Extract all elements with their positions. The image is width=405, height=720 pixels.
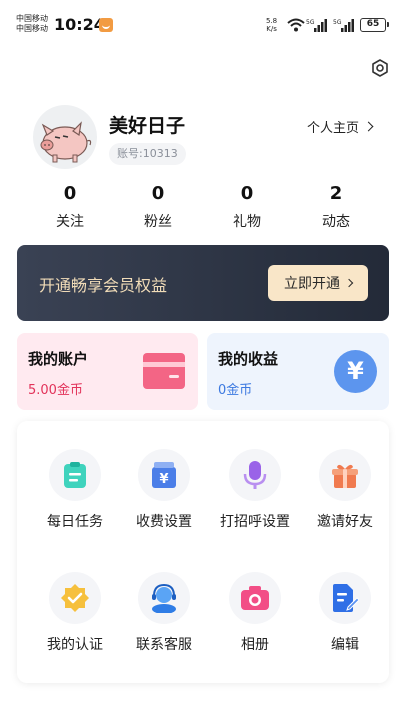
stat-posts[interactable]: 2 动态 xyxy=(306,183,366,231)
stat-label: 礼物 xyxy=(233,214,261,230)
grid-item-label: 我的认证 xyxy=(47,637,103,653)
icon-circle xyxy=(319,572,371,624)
stat-gifts[interactable]: 0 礼物 xyxy=(217,183,277,231)
nickname: 美好日子 xyxy=(109,115,186,137)
stat-label: 粉丝 xyxy=(144,214,172,230)
grid-item-label: 邀请好友 xyxy=(317,514,373,530)
yuan-coin-icon: ¥ xyxy=(334,350,377,393)
clipboard-icon xyxy=(64,462,86,488)
vip-banner-text: 开通畅享会员权益 xyxy=(39,276,168,295)
stats-row: 0 关注 0 粉丝 0 礼物 2 动态 xyxy=(0,183,405,233)
grid-item-daily-tasks[interactable]: 每日任务 xyxy=(29,449,121,531)
network-speed: 5.8 K/s xyxy=(266,17,278,33)
verified-badge-icon xyxy=(61,584,89,612)
wallet-card-icon xyxy=(143,353,185,389)
homepage-link[interactable]: 个人主页 xyxy=(306,117,374,136)
vip-open-button-label: 立即开通 xyxy=(284,276,340,292)
my-account-card[interactable]: 我的账户 5.00金币 xyxy=(17,333,198,410)
card-value: 0金币 xyxy=(218,383,253,398)
stat-value: 0 xyxy=(63,183,77,204)
stat-fans[interactable]: 0 粉丝 xyxy=(128,183,188,231)
app-notification-icon xyxy=(99,18,113,32)
grid-item-label: 打招呼设置 xyxy=(220,514,290,530)
stat-value: 0 xyxy=(151,183,165,204)
microphone-icon xyxy=(243,461,267,489)
grid-item-customer-service[interactable]: 联系客服 xyxy=(118,572,210,654)
card-title: 我的账户 xyxy=(28,350,89,368)
features-panel: 每日任务 ¥ 收费设置 打招呼设置 邀请好友 我的认证 联系客服 相册 编辑 xyxy=(17,421,389,683)
icon-circle xyxy=(49,572,101,624)
icon-circle: ¥ xyxy=(138,449,190,501)
grid-item-verification[interactable]: 我的认证 xyxy=(29,572,121,654)
grid-item-label: 相册 xyxy=(241,637,269,653)
status-time: 10:24 xyxy=(54,15,105,34)
signal-5g-icon: 5G xyxy=(306,19,327,32)
signal-5g-icon: 5G xyxy=(333,19,354,32)
edit-document-icon xyxy=(333,584,359,612)
stat-value: 0 xyxy=(240,183,254,204)
my-income-card[interactable]: 我的收益 0金币 ¥ xyxy=(207,333,389,410)
chevron-right-icon xyxy=(363,121,374,132)
icon-circle xyxy=(229,572,281,624)
grid-item-label: 联系客服 xyxy=(136,637,192,653)
grid-item-label: 编辑 xyxy=(331,637,359,653)
battery-icon: 65 xyxy=(360,18,389,32)
camera-icon xyxy=(241,586,269,610)
vip-banner[interactable]: 开通畅享会员权益 立即开通 xyxy=(17,245,389,321)
homepage-link-label: 个人主页 xyxy=(306,121,359,136)
grid-item-album[interactable]: 相册 xyxy=(209,572,301,654)
stat-value: 2 xyxy=(329,183,343,204)
svg-text:5G: 5G xyxy=(306,19,315,26)
card-value: 5.00金币 xyxy=(28,383,83,398)
grid-item-greeting-settings[interactable]: 打招呼设置 xyxy=(209,449,301,531)
chevron-right-icon xyxy=(344,278,354,288)
icon-circle xyxy=(138,572,190,624)
gift-icon xyxy=(332,464,358,488)
status-bar: 中国移动 中国移动 10:24 5.8 K/s 5G 5G 65 xyxy=(0,0,405,50)
settings-icon[interactable] xyxy=(370,58,390,78)
card-title: 我的收益 xyxy=(218,350,279,368)
icon-circle xyxy=(49,449,101,501)
yuan-box-icon: ¥ xyxy=(152,462,176,488)
carrier-label: 中国移动 中国移动 xyxy=(16,14,48,33)
stat-label: 动态 xyxy=(322,214,350,230)
vip-open-button[interactable]: 立即开通 xyxy=(268,265,368,301)
grid-item-edit[interactable]: 编辑 xyxy=(299,572,391,654)
grid-item-invite-friends[interactable]: 邀请好友 xyxy=(299,449,391,531)
stat-label: 关注 xyxy=(56,214,84,230)
icon-circle xyxy=(319,449,371,501)
wifi-icon xyxy=(287,18,305,32)
icon-circle xyxy=(229,449,281,501)
grid-item-fee-settings[interactable]: ¥ 收费设置 xyxy=(118,449,210,531)
avatar[interactable] xyxy=(33,105,97,169)
svg-text:¥: ¥ xyxy=(159,472,168,487)
customer-service-icon xyxy=(152,583,176,613)
grid-item-label: 收费设置 xyxy=(136,514,192,530)
pig-avatar-icon xyxy=(40,121,92,163)
svg-text:5G: 5G xyxy=(333,19,342,26)
grid-item-label: 每日任务 xyxy=(47,514,103,530)
account-id-badge: 账号:10313 xyxy=(109,143,186,165)
stat-following[interactable]: 0 关注 xyxy=(40,183,100,231)
